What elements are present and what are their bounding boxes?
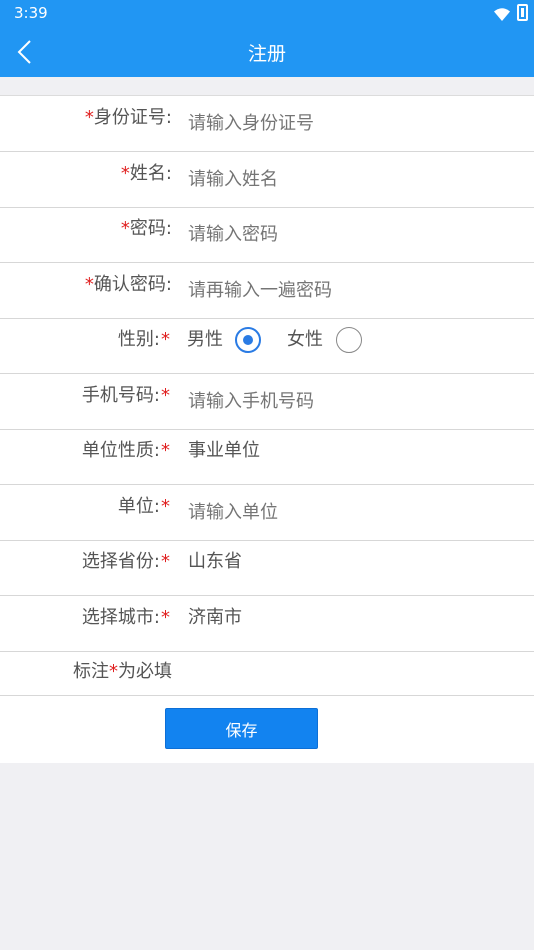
status-bar: 3:39	[0, 0, 534, 26]
radio-checked-icon[interactable]	[235, 327, 261, 353]
gender-option-female[interactable]: 女性	[287, 326, 362, 356]
gender-female-label: 女性	[287, 329, 323, 350]
row-province: 选择省份: * 山东省	[0, 540, 534, 596]
required-star: *	[161, 385, 170, 406]
row-id-number: *身份证号:	[0, 96, 534, 152]
row-confirm-password: *确认密码:	[0, 263, 534, 319]
unit-label: 单位:	[117, 496, 160, 517]
gender-label: 性别:	[117, 329, 160, 350]
phone-input[interactable]	[188, 374, 508, 429]
password-label: *密码:	[120, 218, 172, 239]
page-title: 注册	[247, 43, 286, 65]
province-select[interactable]: 山东省	[188, 540, 508, 595]
wifi-icon	[494, 6, 510, 25]
phone-label: 手机号码:	[81, 385, 160, 406]
required-star: *	[161, 440, 170, 461]
row-unit: 单位: *	[0, 485, 534, 541]
required-star: *	[161, 607, 170, 628]
required-star: *	[161, 551, 170, 572]
save-button[interactable]: 保存	[165, 708, 318, 749]
row-name: *姓名:	[0, 152, 534, 208]
row-gender: 性别: * 男性 女性	[0, 318, 534, 374]
unit-input[interactable]	[188, 485, 508, 540]
status-time: 3:39	[14, 4, 48, 22]
row-city: 选择城市: * 济南市	[0, 596, 534, 652]
gender-option-male[interactable]: 男性	[187, 326, 261, 356]
name-input[interactable]	[188, 152, 508, 207]
battery-icon	[517, 4, 528, 21]
confirm-password-input[interactable]	[188, 263, 508, 318]
row-unit-type: 单位性质: * 事业单位	[0, 429, 534, 485]
required-star: *	[161, 496, 170, 517]
radio-unchecked-icon[interactable]	[336, 327, 362, 353]
required-star: *	[161, 329, 170, 350]
id-number-input[interactable]	[188, 96, 508, 151]
row-password: *密码:	[0, 207, 534, 263]
unit-type-label: 单位性质:	[81, 440, 160, 461]
id-number-label: *身份证号:	[84, 107, 172, 128]
required-note: 标注*为必填	[73, 661, 172, 682]
confirm-password-label: *确认密码:	[84, 274, 172, 295]
city-select[interactable]: 济南市	[188, 596, 508, 651]
name-label: *姓名:	[120, 163, 172, 184]
row-phone: 手机号码: *	[0, 374, 534, 430]
registration-form: *身份证号: *姓名: *密码: *确认密码: 性别: * 男性 女性 手机号码…	[0, 95, 534, 763]
province-label: 选择省份:	[81, 551, 160, 572]
app-bar: 注册	[0, 26, 534, 77]
password-input[interactable]	[188, 207, 508, 262]
unit-type-select[interactable]: 事业单位	[188, 429, 508, 484]
city-label: 选择城市:	[81, 607, 160, 628]
gender-male-label: 男性	[187, 329, 223, 350]
